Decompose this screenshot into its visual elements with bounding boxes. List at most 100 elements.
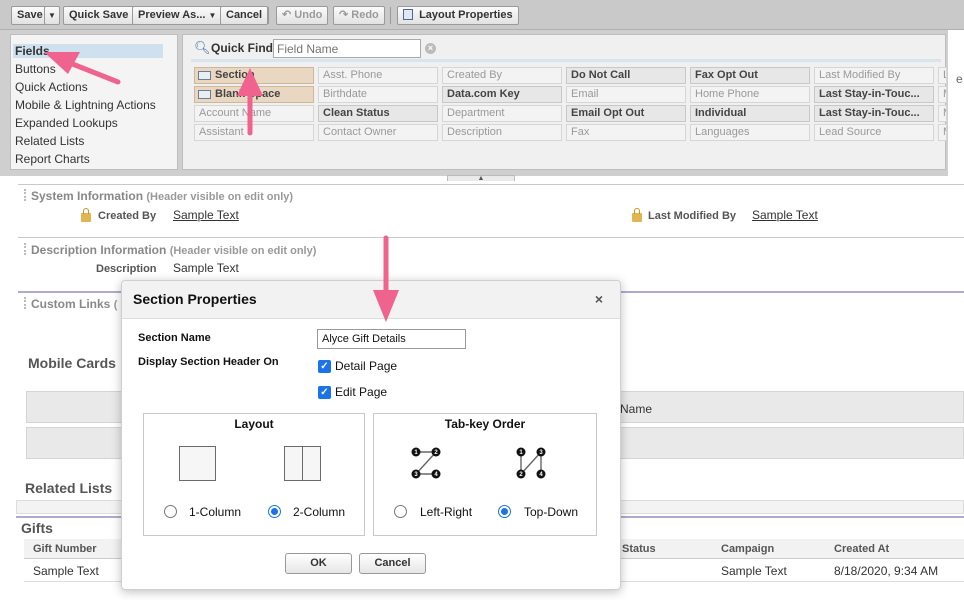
field-chip[interactable]: Do Not Call [566,67,686,84]
drag-handle[interactable] [24,189,27,201]
detail-page-checkbox[interactable]: ✓ [318,360,331,373]
category-expanded-lookups[interactable]: Expanded Lookups [15,116,118,130]
field-chip[interactable]: M [938,105,947,122]
field-chip[interactable]: Email [566,86,686,103]
left-right-order-icon[interactable]: 1 2 3 4 [410,446,442,480]
layout-properties-button[interactable]: Layout Properties [397,6,519,25]
field-chip-label: Section [215,69,255,81]
top-down-order-icon[interactable]: 1 3 2 4 [515,446,547,480]
field-chip[interactable]: M [938,124,947,141]
field-chip[interactable]: Description [442,124,562,141]
lock-icon [632,208,642,222]
redo-button[interactable]: ↷ Redo [333,6,385,25]
toolbar-divider [390,7,391,24]
category-buttons[interactable]: Buttons [15,62,56,76]
drag-handle[interactable] [24,297,27,309]
field-chip[interactable]: Birthdate [318,86,438,103]
field-chip[interactable]: Fax [566,124,686,141]
field-chip-label: Last Modified By [819,69,901,81]
field-chip-label: Home Phone [695,88,760,100]
field-chip-label: Department [447,107,505,119]
dialog-cancel-button[interactable]: Cancel [359,553,426,574]
field-chip[interactable]: Last Stay-in-Touc... [814,105,934,122]
ok-button[interactable]: OK [285,553,352,574]
field-chip[interactable]: Last Modified By [814,67,934,84]
created-by-value: Sample Text [173,208,239,222]
field-chip[interactable]: Created By [442,67,562,84]
two-column-label: 2-Column [293,505,346,519]
right-edge-partial-text: e [956,72,963,86]
category-fields[interactable]: Fields [13,44,163,58]
section-chip[interactable]: Section [194,67,314,84]
tab-order-title: Tab-key Order [444,417,526,431]
field-chip-label: Birthdate [323,88,368,100]
field-chip[interactable]: M [938,86,947,103]
field-chip[interactable]: Asst. Phone [318,67,438,84]
section-subtitle-partial: ( [113,299,118,311]
one-column-radio[interactable] [164,505,177,518]
preview-as-button[interactable]: Preview As... ▼ [132,6,223,25]
field-chip[interactable]: Data.com Key [442,86,562,103]
column-header: Created At [834,543,890,555]
palette-collapse-handle[interactable]: ▲ [447,175,515,182]
two-column-radio[interactable] [268,505,281,518]
drag-handle[interactable] [24,243,27,255]
column-divider [302,447,303,480]
two-column-icon[interactable] [284,446,321,481]
field-chip[interactable]: Fax Opt Out [690,67,810,84]
category-report-charts[interactable]: Report Charts [15,152,90,166]
field-chip[interactable]: Contact Owner [318,124,438,141]
field-chip-label: Individual [695,107,747,119]
edit-page-checkbox[interactable]: ✓ [318,386,331,399]
column-header: Status [622,543,656,555]
top-down-label: Top-Down [524,505,579,519]
field-chip[interactable]: Clean Status [318,105,438,122]
field-chip-label: Last Stay-in-Touc... [819,107,920,119]
left-right-radio[interactable] [394,505,407,518]
section-properties-dialog: Section Properties × Section Name Displa… [121,280,621,590]
field-chip[interactable]: Home Phone [690,86,810,103]
field-chip-label: Fax [571,126,590,138]
field-chip-label: L [943,69,946,81]
close-icon[interactable]: × [590,291,608,309]
clear-icon[interactable]: × [425,43,436,54]
section-title: Description Information [31,243,167,257]
gifts-related-list-title: Gifts [21,520,53,536]
field-chip[interactable]: Assistant [194,124,314,141]
save-menu-button[interactable]: ▼ [44,6,60,25]
quick-find-input[interactable] [273,39,421,58]
field-chip[interactable]: L [938,67,947,84]
system-information-header: System Information (Header visible on ed… [31,189,293,203]
field-chip[interactable]: Account Name [194,105,314,122]
field-chip[interactable]: Department [442,105,562,122]
section-name-input[interactable] [317,329,466,349]
dialog-header: Section Properties × [122,281,620,319]
field-chip[interactable]: Email Opt Out [566,105,686,122]
one-column-icon[interactable] [179,446,216,481]
field-chip[interactable]: Individual [690,105,810,122]
cancel-button[interactable]: Cancel [220,6,269,25]
undo-button[interactable]: ↶ Undo [276,6,329,25]
field-chip[interactable]: Lead Source [814,124,934,141]
section-name-label: Section Name [138,332,211,344]
table-cell: Sample Text [33,564,99,578]
category-mobile-lightning-actions[interactable]: Mobile & Lightning Actions [15,98,156,112]
last-modified-label: Last Modified By [648,210,737,222]
field-chip-label: Created By [447,69,503,81]
top-down-radio[interactable] [498,505,511,518]
one-column-label: 1-Column [189,505,242,519]
redo-label: Redo [351,9,379,21]
field-chip[interactable]: Last Stay-in-Touc... [814,86,934,103]
left-right-label: Left-Right [420,505,473,519]
field-palette: Fields Buttons Quick Actions Mobile & Li… [0,30,948,182]
blank-space-chip[interactable]: Blank Space [194,86,314,103]
redo-icon: ↷ [339,9,349,21]
dialog-title: Section Properties [133,291,257,307]
created-by-label: Created By [98,210,157,222]
category-quick-actions[interactable]: Quick Actions [15,80,88,94]
field-chip[interactable]: Languages [690,124,810,141]
quick-save-button[interactable]: Quick Save [63,6,135,25]
description-information-header: Description Information (Header visible … [31,243,316,257]
category-related-lists[interactable]: Related Lists [15,134,84,148]
field-chip-label: Data.com Key [447,88,520,100]
